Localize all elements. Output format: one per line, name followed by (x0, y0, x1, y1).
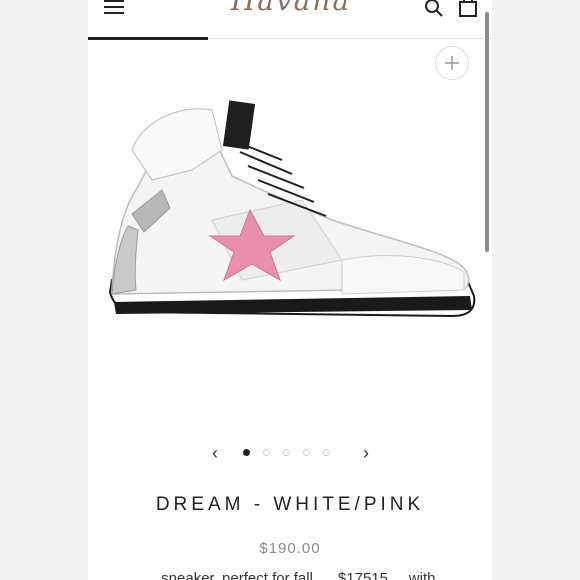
active-tab-indicator (88, 37, 208, 40)
carousel-dot[interactable] (283, 449, 290, 456)
carousel-prev-icon[interactable]: ‹ (207, 444, 223, 462)
carousel-dot[interactable] (323, 449, 330, 456)
shopping-bag-icon[interactable] (458, 0, 478, 18)
product-price: $190.00 (259, 540, 321, 557)
carousel-dot[interactable] (243, 449, 250, 456)
phone-screen: Havana ‹ › DREAM - WHITE/PINK $190.00 ..… (88, 0, 492, 580)
hamburger-menu-icon[interactable] (104, 0, 124, 14)
product-title: DREAM - WHITE/PINK (155, 494, 425, 515)
product-image-sneaker[interactable] (92, 90, 488, 340)
brand-logo[interactable]: Havana (206, 0, 376, 20)
site-header: Havana (88, 0, 492, 40)
plus-icon (445, 56, 459, 70)
header-divider (208, 38, 492, 39)
search-icon[interactable] (424, 0, 444, 18)
product-description: ... sneaker, perfect for fall, ... $1751… (144, 570, 436, 580)
carousel-dot[interactable] (303, 449, 310, 456)
carousel-dot[interactable] (263, 449, 270, 456)
carousel-next-icon[interactable]: › (358, 444, 374, 462)
zoom-button[interactable] (435, 46, 469, 80)
